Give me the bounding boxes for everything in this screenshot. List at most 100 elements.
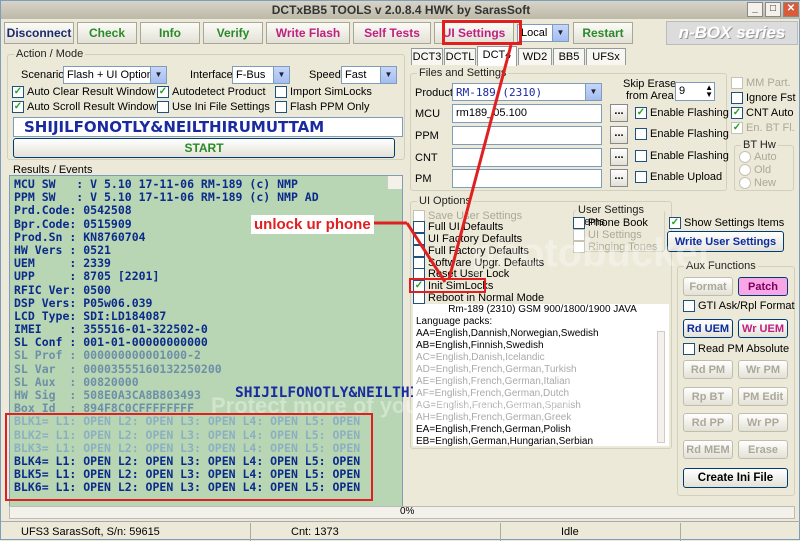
chevron-down-icon: ▼ (273, 67, 289, 83)
checkbox-label: Phone Book (588, 217, 648, 229)
speed-select[interactable]: Fast ▼ (341, 66, 397, 84)
erase-button[interactable]: Erase (738, 440, 788, 459)
tab-dct3[interactable]: DCT3 (411, 48, 443, 65)
tab-wd2[interactable]: WD2 (518, 48, 552, 65)
rd-pm-button[interactable]: Rd PM (683, 360, 733, 379)
cnt-field[interactable] (452, 148, 602, 167)
cnt-browse-button[interactable]: ... (610, 148, 628, 166)
product-select[interactable]: RM-189 (2310) ▼ (452, 83, 602, 101)
import-simlocks-checkbox[interactable]: Import SimLocks (275, 86, 372, 98)
language-item: AG=English,French,German,Spanish (416, 400, 581, 411)
check-icon: ✓ (669, 217, 681, 229)
create-ini-file-button[interactable]: Create Ini File (683, 468, 788, 488)
write-user-settings-button[interactable]: Write User Settings (667, 231, 784, 252)
ui-settings-button[interactable]: UI Settings (434, 22, 514, 44)
skip-area-spinner[interactable]: 9 ▲ ▼ (675, 82, 715, 101)
rd-uem-button[interactable]: Rd UEM (683, 319, 733, 338)
mcu-browse-button[interactable]: ... (610, 104, 628, 122)
log-line: RFIC Ver: 0500 (14, 282, 111, 297)
bt-auto-radio[interactable]: Auto (739, 151, 777, 163)
wr-pp-button[interactable]: Wr PP (738, 413, 788, 432)
rp-bt-button[interactable]: Rp BT (683, 387, 733, 406)
auto-scroll-checkbox[interactable]: ✓ Auto Scroll Result Window (12, 101, 157, 113)
pm-browse-button[interactable]: ... (610, 169, 628, 187)
init-simlocks-checkbox[interactable]: ✓ Init SimLocks (413, 280, 493, 292)
ppm-browse-button[interactable]: ... (610, 126, 628, 144)
ringing-tones-checkbox[interactable]: Ringing Tones (573, 241, 658, 253)
flash-ppm-only-checkbox[interactable]: Flash PPM Only (275, 101, 369, 113)
pm-edit-button[interactable]: PM Edit (738, 387, 788, 406)
pm-field[interactable] (452, 169, 602, 188)
checkbox-label: Auto Clear Result Window (27, 86, 156, 98)
reset-user-lock-checkbox[interactable]: Reset User Lock (413, 268, 509, 280)
bt-old-radio[interactable]: Old (739, 164, 771, 176)
full-ui-defaults-checkbox[interactable]: Full UI Defaults (413, 221, 503, 233)
patch-button[interactable]: Patch (738, 277, 788, 296)
bt-new-radio[interactable]: New (739, 177, 776, 189)
tab-ufsx[interactable]: UFSx (586, 48, 626, 65)
autodetect-product-checkbox[interactable]: ✓ Autodetect Product (157, 86, 266, 98)
read-pm-absolute-checkbox[interactable]: Read PM Absolute (683, 343, 789, 355)
show-settings-items-checkbox[interactable]: ✓ Show Settings Items (669, 217, 784, 229)
check-button[interactable]: Check (77, 22, 137, 44)
use-ini-file-checkbox[interactable]: Use Ini File Settings (157, 101, 270, 113)
ignore-fst-checkbox[interactable]: Ignore Fst (731, 92, 796, 104)
close-button[interactable]: ✕ (783, 2, 799, 17)
pm-label: PM (415, 173, 432, 185)
mcu-label: MCU (415, 108, 441, 120)
enable-upload-checkbox[interactable]: Enable Upload (635, 171, 722, 183)
minimize-button[interactable]: _ (747, 2, 763, 17)
restart-button[interactable]: Restart (573, 22, 633, 44)
start-button[interactable]: START (13, 138, 395, 158)
wr-pm-button[interactable]: Wr PM (738, 360, 788, 379)
radio-label: Old (754, 164, 772, 176)
bt-hw-label: BT Hw (741, 139, 778, 151)
ppm-field[interactable] (452, 126, 602, 145)
log-line: UPP : 8705 [2201] (14, 269, 160, 284)
phone-book-checkbox[interactable]: Phone Book (573, 217, 648, 229)
language-list-scrollbar[interactable] (657, 331, 665, 443)
checkbox-label: UI Factory Defaults (428, 233, 523, 245)
gti-ask-checkbox[interactable]: GTI Ask/Rpl Format (683, 300, 795, 312)
info-button[interactable]: Info (140, 22, 200, 44)
log-line: DSP Vers: P05w06.039 (14, 295, 153, 310)
full-factory-defaults-checkbox[interactable]: Full Factory Defaults (413, 245, 529, 257)
rd-pp-button[interactable]: Rd PP (683, 413, 733, 432)
maximize-button[interactable]: □ (765, 2, 781, 17)
verify-button[interactable]: Verify (203, 22, 263, 44)
auto-clear-checkbox[interactable]: ✓ Auto Clear Result Window (12, 86, 155, 98)
checkbox-label: Full UI Defaults (428, 221, 504, 233)
checkbox-label: Enable Flashing (650, 128, 729, 140)
wr-uem-button[interactable]: Wr UEM (738, 319, 788, 338)
cnt-auto-checkbox[interactable]: ✓ CNT Auto (731, 107, 794, 119)
reboot-normal-mode-checkbox[interactable]: Reboot in Normal Mode (413, 292, 544, 304)
radio-label: Auto (754, 151, 777, 163)
scenario-select[interactable]: Flash + UI Options ▼ (63, 66, 167, 84)
enable-flashing-cnt-checkbox[interactable]: Enable Flashing (635, 150, 729, 162)
tab-bb5[interactable]: BB5 (553, 48, 585, 65)
enable-flashing-ppm-checkbox[interactable]: Enable Flashing (635, 128, 729, 140)
mm-part-checkbox[interactable]: MM Part. (731, 77, 791, 89)
ui-factory-defaults-checkbox[interactable]: UI Factory Defaults (413, 233, 522, 245)
ui-settings-checkbox[interactable]: UI Settings (573, 229, 642, 241)
language-item: EB=English,German,Hungarian,Serbian (416, 436, 594, 446)
rd-mem-button[interactable]: Rd MEM (683, 440, 733, 459)
mcu-field[interactable]: rm189_05.100 (452, 104, 602, 123)
skip-area-value: 9 (679, 85, 686, 97)
tab-dctl[interactable]: DCTL (444, 48, 476, 65)
write-flash-button[interactable]: Write Flash (266, 22, 350, 44)
status-serial: UFS3 SarasSoft, S/n: 59615 (1, 522, 251, 541)
log-scrollbar[interactable] (387, 176, 402, 190)
interface-select[interactable]: F-Bus ▼ (232, 66, 290, 84)
checkbox-label: Autodetect Product (172, 86, 266, 98)
disconnect-button[interactable]: Disconnect (4, 22, 74, 44)
self-tests-button[interactable]: Self Tests (353, 22, 431, 44)
format-button[interactable]: Format (683, 277, 733, 296)
mode-select[interactable]: Local ▼ (517, 24, 569, 42)
language-item: AF=English,French,German,Dutch (416, 388, 570, 399)
checkbox-label: En. BT Fl. (746, 122, 795, 134)
aux-functions-label: Aux Functions (684, 260, 758, 272)
en-bt-fl-checkbox[interactable]: ✓ En. BT Fl. (731, 122, 795, 134)
tab-dct4[interactable]: DCT4 (477, 46, 517, 66)
enable-flashing-mcu-checkbox[interactable]: ✓ Enable Flashing (635, 107, 729, 119)
